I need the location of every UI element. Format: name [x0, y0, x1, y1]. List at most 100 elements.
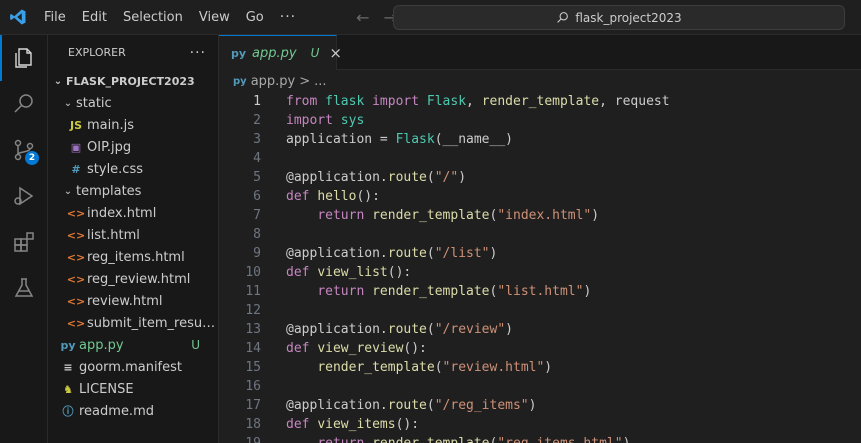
back-arrow-icon[interactable]: ← [356, 8, 369, 27]
code-token: render_template [372, 436, 489, 443]
testing-flask-icon[interactable] [0, 265, 48, 311]
file-type-icon: JS [69, 118, 82, 132]
code-token: sys [340, 113, 365, 128]
source-control-icon[interactable]: 2 [0, 127, 48, 173]
code-text: def hello(): [261, 187, 380, 206]
code-token: ) [623, 436, 631, 443]
code-text: def view_list(): [261, 263, 411, 282]
file-item[interactable]: <> list.html [48, 224, 218, 246]
title-bar: File Edit Selection View Go ··· ← → flas… [0, 0, 861, 35]
file-type-icon: ♞ [63, 382, 73, 396]
code-text: import sys [261, 111, 364, 130]
menu-more-icon[interactable]: ··· [272, 0, 304, 35]
tab-app-py[interactable]: py app.py U × [219, 35, 342, 70]
code-token: import [286, 113, 341, 128]
line-number: 17 [245, 398, 261, 413]
explorer-more-icon[interactable]: ··· [190, 45, 206, 61]
file-type-icon: <> [66, 316, 86, 330]
file-type-icon: <> [66, 272, 86, 286]
code-text: from flask import Flask, render_template… [261, 92, 670, 111]
folder-item[interactable]: ⌄ templates [48, 180, 218, 202]
code-token: ) [591, 208, 600, 223]
tree-item-label: style.css [87, 161, 143, 177]
tree-item-label: reg_items.html [87, 249, 185, 265]
explorer-title: EXPLORER [68, 46, 126, 59]
code-lines: 1 from flask import Flask, render_templat… [219, 92, 861, 443]
menu-file[interactable]: File [36, 0, 74, 35]
code-token: "/reg_items" [434, 398, 529, 413]
code-token: route [387, 170, 427, 185]
code-line: 10 def view_list(): [219, 263, 861, 282]
breadcrumb-separator: > [299, 73, 311, 89]
command-center-search[interactable]: flask_project2023 [393, 5, 845, 30]
file-item[interactable]: <> review.html [48, 290, 218, 312]
python-file-icon: py [231, 46, 247, 60]
breadcrumb-rest[interactable]: ... [314, 74, 326, 89]
line-number: 16 [245, 379, 261, 394]
code-token: route [387, 322, 427, 337]
code-text: return render_template("index.html") [261, 206, 599, 225]
file-item[interactable]: <> submit_item_result.... [48, 312, 218, 334]
code-token: hello [317, 189, 357, 204]
line-number: 11 [245, 284, 261, 299]
code-token: render_template [372, 208, 490, 223]
file-item[interactable]: ♞ LICENSE [48, 378, 218, 400]
menu-view[interactable]: View [191, 0, 238, 35]
explorer-header: EXPLORER ··· [48, 35, 218, 70]
code-token: ( [426, 322, 435, 337]
folder-item[interactable]: ⌄ static [48, 92, 218, 114]
file-item[interactable]: <> reg_items.html [48, 246, 218, 268]
line-number: 15 [245, 360, 261, 375]
search-sidebar-icon[interactable] [0, 81, 48, 127]
extensions-icon[interactable] [0, 219, 48, 265]
menu-edit[interactable]: Edit [74, 0, 115, 35]
code-token: request [614, 94, 670, 109]
chevron-down-icon: ⌄ [53, 75, 63, 87]
menu-selection[interactable]: Selection [115, 0, 191, 35]
file-type-icon: ▣ [70, 140, 82, 154]
editor-tabs: py app.py U × [219, 35, 861, 70]
code-token: flask [325, 94, 373, 109]
explorer-icon[interactable] [0, 35, 48, 81]
code-token: . [379, 246, 388, 261]
file-tree: ⌄ static JS main.js ▣ OIP.jpg # style.css ⌄ templ… [48, 92, 218, 422]
code-token: def [286, 265, 318, 280]
code-token: (): [403, 341, 427, 356]
menu-go[interactable]: Go [238, 0, 272, 35]
code-token: @application [286, 170, 380, 185]
breadcrumb-file[interactable]: app.py [251, 74, 296, 89]
line-number: 4 [253, 151, 261, 166]
code-line: 6 def hello(): [219, 187, 861, 206]
code-token: ) [505, 322, 513, 337]
line-number: 13 [245, 322, 261, 337]
code-text: @application.route("/review") [261, 320, 513, 339]
tree-item-label: OIP.jpg [87, 139, 132, 155]
run-debug-icon[interactable] [0, 173, 48, 219]
breadcrumb: py app.py > ... [219, 70, 861, 92]
file-item[interactable]: ⓘ readme.md [48, 400, 218, 422]
code-token: "index.html" [497, 208, 592, 223]
code-editor[interactable]: 1 from flask import Flask, render_templat… [219, 92, 861, 443]
navigation-arrows: ← → [356, 8, 397, 27]
file-item[interactable]: ≡ goorm.manifest [48, 356, 218, 378]
code-token: view_list [317, 265, 388, 280]
tree-item-label: goorm.manifest [79, 359, 182, 375]
code-token: . [379, 170, 388, 185]
line-number: 10 [245, 265, 261, 280]
code-token: Flask [395, 132, 435, 147]
code-line: 14 def view_review(): [219, 339, 861, 358]
code-text: application = Flask(__name__) [261, 130, 513, 149]
close-icon[interactable]: × [329, 44, 342, 62]
vscode-logo-icon[interactable] [0, 0, 36, 35]
code-line: 11 return render_template("list.html") [219, 282, 861, 301]
file-item[interactable]: ▣ OIP.jpg [48, 136, 218, 158]
file-item[interactable]: py app.py U [48, 334, 218, 356]
file-item[interactable]: JS main.js [48, 114, 218, 136]
tree-item-label: review.html [87, 293, 163, 309]
project-root[interactable]: ⌄ FLASK_PROJECT2023 [48, 70, 218, 92]
file-item[interactable]: <> reg_review.html [48, 268, 218, 290]
file-item[interactable]: # style.css [48, 158, 218, 180]
tree-item-label: static [76, 95, 112, 111]
file-item[interactable]: <> index.html [48, 202, 218, 224]
